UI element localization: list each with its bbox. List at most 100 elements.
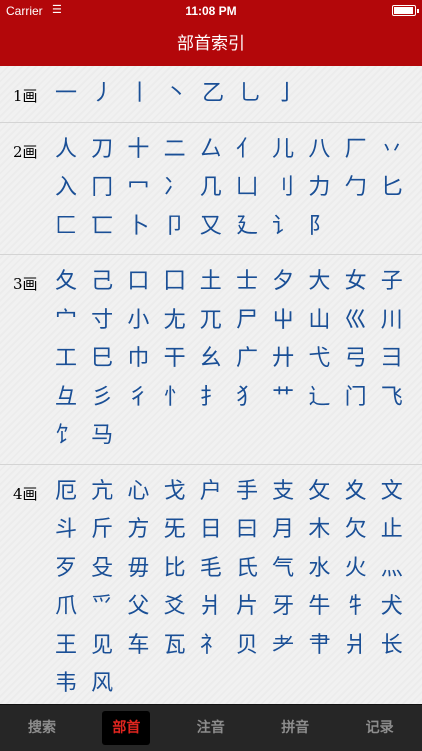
radical-item[interactable]: 夊: [338, 473, 374, 511]
radical-item[interactable]: 大: [301, 263, 337, 301]
radical-item[interactable]: 艹: [265, 379, 301, 417]
radical-item[interactable]: 殳: [84, 550, 120, 588]
radical-item[interactable]: 犭: [229, 379, 265, 417]
radical-item[interactable]: 王: [48, 627, 84, 665]
radical-item[interactable]: 水: [301, 550, 337, 588]
radical-item[interactable]: 刀: [84, 131, 120, 169]
radical-item[interactable]: 冂: [84, 169, 120, 207]
radical-item[interactable]: 弓: [338, 340, 374, 378]
radical-item[interactable]: 父: [120, 588, 156, 626]
radical-item[interactable]: 木: [301, 511, 337, 549]
radical-item[interactable]: 饣: [48, 417, 84, 455]
radical-item[interactable]: 灬: [374, 550, 410, 588]
radical-item[interactable]: 乚: [232, 75, 268, 113]
radical-item[interactable]: 干: [157, 340, 193, 378]
radical-item[interactable]: 冫: [157, 169, 193, 207]
radical-item[interactable]: 爿: [338, 627, 374, 665]
tab-0[interactable]: 搜索: [0, 705, 84, 751]
radical-item[interactable]: 刂: [265, 169, 301, 207]
radical-item[interactable]: 门: [338, 379, 374, 417]
radical-item[interactable]: 巾: [120, 340, 156, 378]
radical-item[interactable]: 卩: [157, 208, 193, 246]
radical-item[interactable]: 亻: [229, 131, 265, 169]
radical-item[interactable]: 支: [265, 473, 301, 511]
radical-item[interactable]: 爻: [157, 588, 193, 626]
radical-item[interactable]: 心: [120, 473, 156, 511]
radical-item[interactable]: 幺: [193, 340, 229, 378]
radical-item[interactable]: 口: [120, 263, 156, 301]
radical-item[interactable]: 欠: [338, 511, 374, 549]
radical-item[interactable]: 贝: [229, 627, 265, 665]
radical-item[interactable]: 文: [374, 473, 410, 511]
radical-item[interactable]: 力: [301, 169, 337, 207]
radical-item[interactable]: 弋: [301, 340, 337, 378]
radical-item[interactable]: 又: [193, 208, 229, 246]
radical-item[interactable]: 冖: [120, 169, 156, 207]
radical-item[interactable]: 日: [193, 511, 229, 549]
radical-item[interactable]: 乙: [195, 75, 231, 113]
radical-item[interactable]: 氏: [229, 550, 265, 588]
radical-item[interactable]: 丶: [158, 75, 194, 113]
radical-item[interactable]: 厄: [48, 473, 84, 511]
radical-item[interactable]: 几: [193, 169, 229, 207]
radical-item[interactable]: 屮: [265, 302, 301, 340]
radical-item[interactable]: 匕: [374, 169, 410, 207]
radical-item[interactable]: 阝: [301, 208, 337, 246]
tab-4[interactable]: 记录: [338, 705, 422, 751]
radical-item[interactable]: 气: [265, 550, 301, 588]
radical-item[interactable]: 攵: [301, 473, 337, 511]
tab-3[interactable]: 拼音: [253, 705, 337, 751]
radical-item[interactable]: 戈: [157, 473, 193, 511]
radical-item[interactable]: 广: [229, 340, 265, 378]
radical-item[interactable]: 亅: [269, 75, 305, 113]
radical-item[interactable]: 彑: [48, 379, 84, 417]
radical-item[interactable]: 耂: [265, 627, 301, 665]
radical-item[interactable]: 比: [157, 550, 193, 588]
radical-item[interactable]: 川: [374, 302, 410, 340]
radical-item[interactable]: 尸: [229, 302, 265, 340]
radical-item[interactable]: 山: [301, 302, 337, 340]
radical-item[interactable]: 十: [120, 131, 156, 169]
radical-item[interactable]: 彡: [84, 379, 120, 417]
radical-item[interactable]: 长: [374, 627, 410, 665]
radical-item[interactable]: 片: [229, 588, 265, 626]
radical-item[interactable]: 人: [48, 131, 84, 169]
radical-item[interactable]: 丷: [374, 131, 410, 169]
radical-item[interactable]: 宀: [48, 302, 84, 340]
radical-item[interactable]: 彐: [374, 340, 410, 378]
radical-item[interactable]: 马: [84, 417, 120, 455]
radical-item[interactable]: 尢: [157, 302, 193, 340]
radical-item[interactable]: 亢: [84, 473, 120, 511]
radical-item[interactable]: 巳: [84, 340, 120, 378]
radical-item[interactable]: 讠: [265, 208, 301, 246]
radical-item[interactable]: 毛: [193, 550, 229, 588]
radical-item[interactable]: 爿: [193, 588, 229, 626]
radical-item[interactable]: 厶: [193, 131, 229, 169]
radical-item[interactable]: 女: [338, 263, 374, 301]
radical-item[interactable]: 彳: [120, 379, 156, 417]
radical-item[interactable]: 丿: [85, 75, 121, 113]
radical-item[interactable]: 爪: [48, 588, 84, 626]
radical-item[interactable]: 卜: [120, 208, 156, 246]
radical-item[interactable]: 见: [84, 627, 120, 665]
radical-item[interactable]: 入: [48, 169, 84, 207]
radical-item[interactable]: 手: [229, 473, 265, 511]
radical-item[interactable]: 匚: [48, 208, 84, 246]
radical-item[interactable]: 廾: [265, 340, 301, 378]
radical-item[interactable]: 月: [265, 511, 301, 549]
radical-item[interactable]: 兀: [193, 302, 229, 340]
radical-item[interactable]: 止: [374, 511, 410, 549]
radical-item[interactable]: 寸: [84, 302, 120, 340]
radical-item[interactable]: 儿: [265, 131, 301, 169]
radical-item[interactable]: 斤: [84, 511, 120, 549]
radical-item[interactable]: 一: [48, 75, 84, 113]
radical-item[interactable]: 韦: [48, 665, 84, 703]
radical-item[interactable]: 士: [229, 263, 265, 301]
radical-item[interactable]: 歹: [48, 550, 84, 588]
radical-item[interactable]: 匸: [84, 208, 120, 246]
radical-item[interactable]: 户: [193, 473, 229, 511]
radical-item[interactable]: 牜: [338, 588, 374, 626]
radical-item[interactable]: 子: [374, 263, 410, 301]
radical-item[interactable]: 牙: [265, 588, 301, 626]
radical-item[interactable]: 囗: [157, 263, 193, 301]
